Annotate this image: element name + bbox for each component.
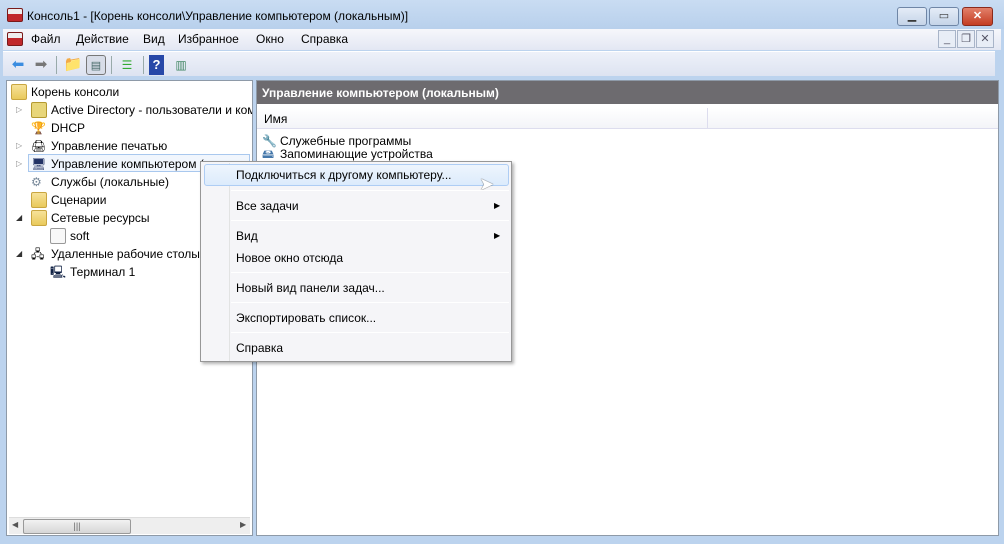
column-divider[interactable] bbox=[707, 108, 708, 128]
details-header: Управление компьютером (локальным) bbox=[257, 81, 998, 104]
storage-icon: 🖴 bbox=[262, 147, 275, 161]
tree-label: Active Directory - пользователи и компью… bbox=[51, 103, 252, 117]
child-restore-button[interactable]: ❐ bbox=[957, 30, 975, 48]
menu-item-new-taskpad-view[interactable]: Новый вид панели задач... bbox=[236, 281, 385, 295]
forward-icon[interactable]: ➡ bbox=[31, 55, 51, 75]
show-hide-tree-icon[interactable]: ▤ bbox=[86, 55, 106, 75]
maximize-button[interactable]: ▭ bbox=[929, 7, 959, 26]
app-icon bbox=[7, 8, 23, 22]
tree-label: Терминал 1 bbox=[70, 265, 136, 279]
tree-label: Управление печатью bbox=[51, 139, 168, 153]
console-icon bbox=[7, 32, 23, 46]
menu-separator bbox=[231, 332, 509, 333]
expand-icon[interactable]: ▷ bbox=[16, 137, 24, 155]
folder-icon bbox=[11, 84, 27, 100]
menu-item-export-list[interactable]: Экспортировать список... bbox=[236, 311, 376, 325]
child-minimize-button[interactable]: _ bbox=[938, 30, 956, 48]
minimize-button[interactable]: ▁ bbox=[897, 7, 927, 26]
printer-icon: 🖨 bbox=[31, 139, 47, 153]
collapse-icon[interactable]: ◢ bbox=[16, 209, 24, 227]
tree-label: Сетевые ресурсы bbox=[51, 211, 150, 225]
child-close-button[interactable]: ✕ bbox=[976, 30, 994, 48]
tree-label: Сценарии bbox=[51, 193, 107, 207]
back-icon[interactable]: ⬅ bbox=[8, 55, 28, 75]
menu-favorites[interactable]: Избранное bbox=[178, 32, 239, 46]
tree-label: soft bbox=[70, 229, 90, 243]
menu-item-view[interactable]: Вид bbox=[236, 229, 258, 243]
context-menu: Подключиться к другому компьютеру... ➤ В… bbox=[200, 161, 512, 362]
computer-management-icon: 🖥 bbox=[31, 157, 47, 171]
menu-item-new-window-from-here[interactable]: Новое окно отсюда bbox=[236, 251, 343, 265]
expand-icon[interactable]: ▷ bbox=[16, 155, 24, 173]
scroll-right-icon[interactable]: ▶ bbox=[240, 520, 246, 529]
mouse-cursor-icon: ➤ bbox=[479, 174, 495, 194]
submenu-arrow-icon: ▶ bbox=[494, 231, 501, 240]
tree-label: Службы (локальные) bbox=[51, 175, 169, 189]
gear-icon: ⚙ bbox=[31, 175, 42, 189]
folder-icon bbox=[31, 192, 47, 208]
menu-view[interactable]: Вид bbox=[143, 32, 165, 46]
menu-gutter bbox=[229, 163, 230, 361]
share-icon bbox=[50, 228, 66, 244]
expand-icon[interactable]: ▷ bbox=[16, 101, 24, 119]
window-title: Консоль1 - [Корень консоли\Управление ко… bbox=[27, 9, 409, 23]
toolbar-separator bbox=[56, 56, 57, 74]
horizontal-scrollbar[interactable]: ◀ ||| ▶ bbox=[9, 517, 250, 534]
dhcp-icon: 🏆 bbox=[31, 121, 46, 135]
tree-label: DHCP bbox=[51, 121, 86, 135]
help-icon[interactable]: ? bbox=[149, 55, 164, 75]
export-list-icon[interactable]: ☰ bbox=[117, 55, 137, 75]
menu-separator bbox=[231, 272, 509, 273]
title-bar: Консоль1 - [Корень консоли\Управление ко… bbox=[0, 0, 1004, 29]
column-header-name[interactable]: Имя bbox=[264, 112, 287, 126]
scrollbar-thumb[interactable]: ||| bbox=[23, 519, 131, 534]
menu-bar: Файл Действие Вид Избранное Окно Справка bbox=[3, 29, 1001, 50]
column-header-bar: Имя bbox=[257, 108, 998, 129]
collapse-icon[interactable]: ◢ bbox=[16, 245, 24, 263]
tree-item-active-directory[interactable]: ▷ Active Directory - пользователи и компь… bbox=[16, 101, 252, 119]
submenu-arrow-icon: ▶ bbox=[494, 201, 501, 210]
directory-icon bbox=[31, 102, 47, 118]
tree-label: Корень консоли bbox=[31, 85, 120, 99]
computer-icon: 🖳 bbox=[50, 265, 67, 279]
tree-label: Удаленные рабочие столы bbox=[51, 247, 200, 261]
toolbar-separator bbox=[111, 56, 112, 74]
scroll-left-icon[interactable]: ◀ bbox=[12, 520, 18, 529]
menu-separator bbox=[231, 302, 509, 303]
menu-item-connect-to-another-computer[interactable]: Подключиться к другому компьютеру... bbox=[236, 168, 452, 182]
show-action-pane-icon[interactable]: ▥ bbox=[171, 55, 191, 75]
menu-window[interactable]: Окно bbox=[256, 32, 284, 46]
menu-file[interactable]: Файл bbox=[31, 32, 61, 46]
menu-item-all-tasks[interactable]: Все задачи bbox=[236, 199, 299, 213]
menu-separator bbox=[231, 220, 509, 221]
close-button[interactable]: ✕ bbox=[962, 7, 993, 26]
toolbar-separator bbox=[143, 56, 144, 74]
menu-action[interactable]: Действие bbox=[76, 32, 129, 46]
menu-help[interactable]: Справка bbox=[301, 32, 348, 46]
menu-separator bbox=[231, 190, 509, 191]
remote-desktops-icon: 🖧 bbox=[31, 247, 45, 261]
folder-icon bbox=[31, 210, 47, 226]
list-item-label: Запоминающие устройства bbox=[280, 147, 433, 161]
toolbar: ⬅ ➡ 📁 ▤ ☰ ? ▥ bbox=[3, 51, 995, 76]
menu-item-help[interactable]: Справка bbox=[236, 341, 283, 355]
up-folder-icon[interactable]: 📁 bbox=[63, 55, 83, 75]
